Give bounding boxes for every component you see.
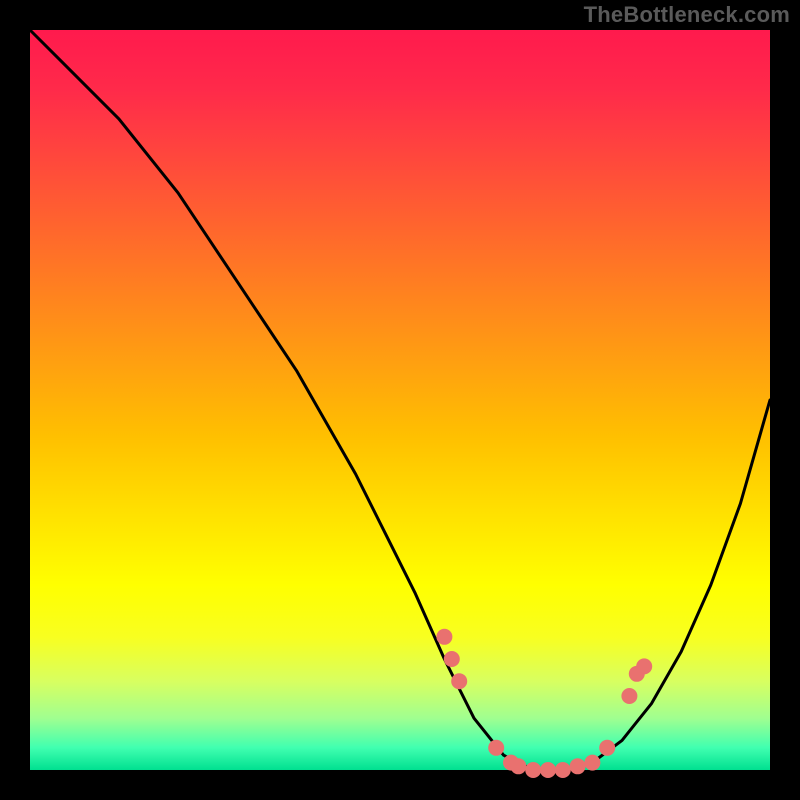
data-dot: [570, 758, 586, 774]
chart-svg: [30, 30, 770, 770]
data-dot: [599, 740, 615, 756]
data-dot: [488, 740, 504, 756]
data-dot: [525, 762, 541, 778]
curve-line-group: [30, 30, 770, 770]
data-dots-group: [436, 629, 652, 778]
curve-path: [30, 30, 770, 770]
data-dot: [444, 651, 460, 667]
watermark-text: TheBottleneck.com: [584, 2, 790, 28]
chart-plot-area: [30, 30, 770, 770]
data-dot: [436, 629, 452, 645]
data-dot: [540, 762, 556, 778]
data-dot: [584, 755, 600, 771]
data-dot: [451, 673, 467, 689]
data-dot: [621, 688, 637, 704]
data-dot: [555, 762, 571, 778]
data-dot: [510, 758, 526, 774]
data-dot: [636, 658, 652, 674]
